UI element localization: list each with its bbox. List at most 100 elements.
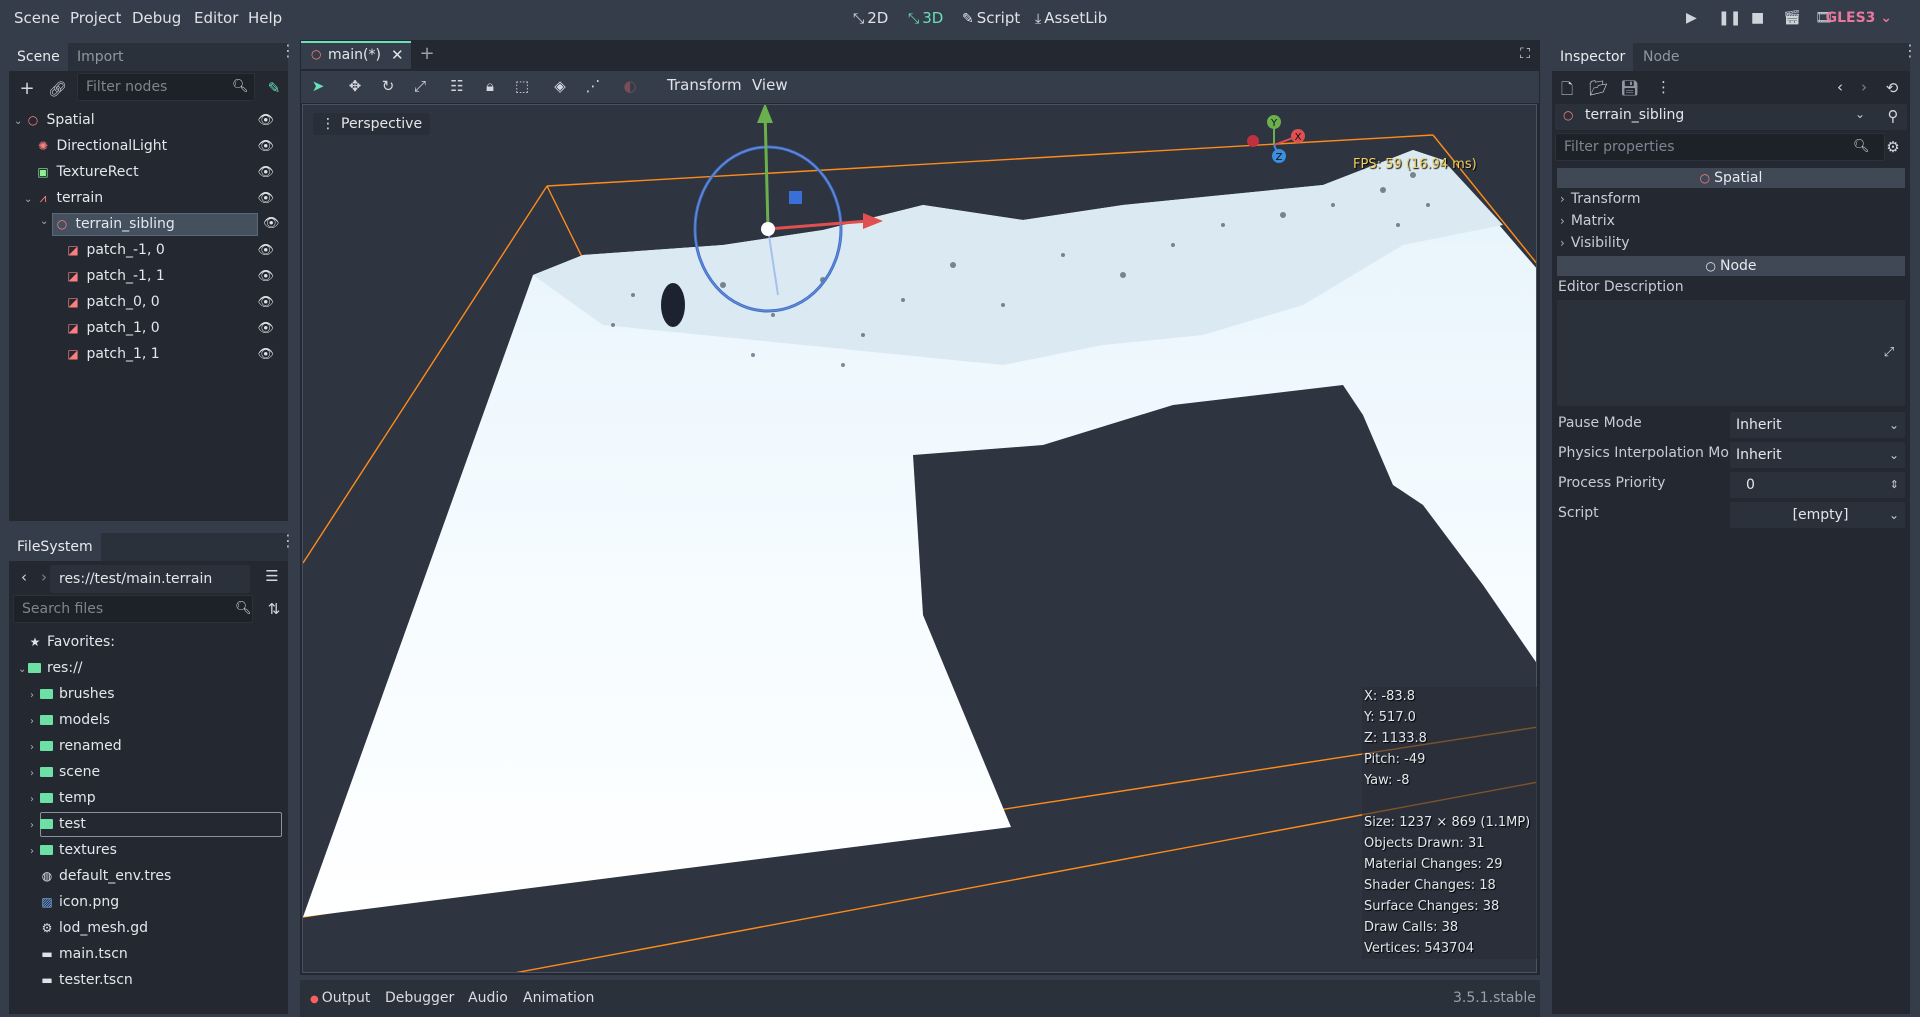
chevron-down-icon[interactable]: ⌄ xyxy=(40,216,48,227)
tree-item-patch[interactable]: ◪ patch_1, 1 👁︎ xyxy=(64,344,284,365)
perspective-menu[interactable]: ⋮ Perspective xyxy=(313,113,431,135)
visibility-eye-icon[interactable]: 👁︎ xyxy=(257,136,274,157)
script-resource-picker[interactable]: [empty] ⌄ xyxy=(1730,502,1905,528)
tree-item-patch[interactable]: ◪ patch_1, 0 👁︎ xyxy=(64,318,284,339)
pause-mode-dropdown[interactable]: Inherit ⌄ xyxy=(1730,412,1905,438)
history-forward-icon[interactable]: › xyxy=(1858,78,1870,96)
filesystem-path-field[interactable]: res://test/main.terrain xyxy=(50,565,250,593)
mode-3d-button[interactable]: ⤡ 3D xyxy=(908,9,943,27)
process-priority-spinbox[interactable]: 0 ⇕ xyxy=(1730,472,1905,498)
close-icon[interactable]: ✕ xyxy=(391,46,404,64)
camera-preview-icon[interactable]: ◐ xyxy=(621,77,639,95)
view-menu[interactable]: View xyxy=(752,76,788,94)
script-attach-icon[interactable]: ✎ xyxy=(265,79,283,97)
chevron-right-icon[interactable]: › xyxy=(30,685,40,706)
group-visibility[interactable]: › Visibility xyxy=(1557,235,1630,251)
expand-icon[interactable]: ⤢ xyxy=(1881,345,1897,360)
tree-item-directionallight[interactable]: ✺ DirectionalLight 👁︎ xyxy=(24,136,284,157)
tab-audio[interactable]: Audio xyxy=(468,990,508,1006)
chevron-right-icon[interactable]: › xyxy=(30,737,40,758)
filter-nodes-input[interactable]: Filter nodes xyxy=(77,73,255,101)
chevron-right-icon[interactable]: › xyxy=(30,789,40,810)
add-tab-icon[interactable]: + xyxy=(418,43,436,64)
menu-debug[interactable]: Debug xyxy=(132,9,181,27)
chevron-down-icon[interactable]: ⌄ xyxy=(24,189,34,210)
filesystem-menu-icon[interactable]: ⋮ xyxy=(280,533,296,549)
filter-properties-input[interactable]: Filter properties xyxy=(1555,133,1885,161)
renderer-dropdown[interactable]: GLES3 ⌄ xyxy=(1826,10,1892,26)
chevron-right-icon[interactable]: › xyxy=(30,763,40,784)
file-item-tester-tscn[interactable]: ▬ tester.tscn xyxy=(40,970,132,991)
visibility-eye-icon[interactable]: 👁︎ xyxy=(257,162,274,183)
mode-2d-button[interactable]: ⤡ 2D xyxy=(853,9,888,27)
folder-item-renamed[interactable]: › renamed xyxy=(30,736,122,757)
visibility-eye-icon[interactable]: 👁︎ xyxy=(257,344,274,365)
menu-project[interactable]: Project xyxy=(70,9,121,27)
tree-item-patch[interactable]: ◪ patch_0, 0 👁︎ xyxy=(64,292,284,313)
folder-item-brushes[interactable]: › brushes xyxy=(30,684,115,705)
distraction-free-icon[interactable]: ⛶ xyxy=(1516,46,1534,62)
menu-scene[interactable]: Scene xyxy=(14,9,60,27)
group-transform[interactable]: › Transform xyxy=(1557,191,1640,207)
tree-item-spatial[interactable]: ⌄ ○ Spatial 👁︎ xyxy=(14,110,284,131)
tab-filesystem[interactable]: FileSystem xyxy=(9,533,101,561)
tab-node[interactable]: Node xyxy=(1635,43,1688,71)
scale-tool-icon[interactable]: ⤢ xyxy=(411,77,429,95)
menu-help[interactable]: Help xyxy=(248,9,282,27)
tab-import[interactable]: Import xyxy=(69,43,131,71)
play-icon[interactable]: ▶ xyxy=(1686,10,1697,26)
folder-item-textures[interactable]: › textures xyxy=(30,840,117,861)
file-item-icon-png[interactable]: ▨ icon.png xyxy=(40,892,119,913)
tab-scene[interactable]: Scene xyxy=(9,43,68,71)
group-matrix[interactable]: › Matrix xyxy=(1557,213,1615,229)
menu-editor[interactable]: Editor xyxy=(194,9,238,27)
rotate-tool-icon[interactable]: ↻ xyxy=(379,77,397,95)
split-view-icon[interactable]: ☰ xyxy=(263,567,281,585)
scene-dock-menu-icon[interactable]: ⋮ xyxy=(280,43,296,59)
favorites-item[interactable]: ★ Favorites: xyxy=(28,632,115,653)
folder-item-scene[interactable]: › scene xyxy=(30,762,100,783)
stop-icon[interactable]: ■ xyxy=(1751,10,1764,26)
chevron-right-icon[interactable]: › xyxy=(30,711,40,732)
local-space-icon[interactable]: ◈ xyxy=(551,77,569,95)
pause-icon[interactable]: ❚❚ xyxy=(1718,10,1741,26)
file-item-main-tscn[interactable]: ▬ main.tscn xyxy=(40,944,127,965)
tools-icon[interactable]: ⚙ xyxy=(1884,138,1902,156)
forward-icon[interactable]: › xyxy=(38,568,50,586)
tree-item-terrain[interactable]: ⌄ ⩘ terrain 👁︎ xyxy=(24,188,284,209)
inspector-dock-menu-icon[interactable]: ⋮ xyxy=(1902,43,1918,59)
snap-icon[interactable]: ⋰ xyxy=(584,77,602,95)
tab-output[interactable]: ● Output xyxy=(310,990,370,1006)
transform-menu[interactable]: Transform xyxy=(667,76,742,94)
tab-inspector[interactable]: Inspector xyxy=(1552,43,1634,71)
visibility-eye-icon[interactable]: 👁︎ xyxy=(257,292,274,313)
save-icon[interactable]: 💾︎ xyxy=(1620,79,1639,97)
list-select-icon[interactable]: ☷ xyxy=(448,77,466,95)
visibility-eye-icon[interactable]: 👁︎ xyxy=(257,318,274,339)
tree-item-patch[interactable]: ◪ patch_-1, 1 👁︎ xyxy=(64,266,284,287)
open-folder-icon[interactable]: 📂︎ xyxy=(1589,79,1608,97)
physics-interpolation-dropdown[interactable]: Inherit ⌄ xyxy=(1730,442,1905,468)
visibility-eye-icon[interactable]: 👁︎ xyxy=(257,266,274,287)
visibility-eye-icon[interactable]: 👁︎ xyxy=(257,240,274,261)
history-icon[interactable]: ⟲ xyxy=(1883,79,1901,97)
folder-item-models[interactable]: › models xyxy=(30,710,110,731)
file-item-lod-mesh[interactable]: ⚙ lod_mesh.gd xyxy=(40,918,148,939)
mode-assetlib-button[interactable]: ⤓ AssetLib xyxy=(1035,9,1107,27)
link-icon[interactable]: 🔗︎ xyxy=(48,80,67,98)
visibility-eye-icon[interactable]: 👁︎ xyxy=(257,110,274,131)
scene-tab-main[interactable]: ○ main(*) ✕ xyxy=(301,41,411,69)
group-icon[interactable]: ⬚ xyxy=(513,77,531,95)
move-tool-icon[interactable]: ✥ xyxy=(346,77,364,95)
object-properties-icon[interactable]: ⚲ xyxy=(1884,107,1902,125)
lock-icon[interactable]: 🔒︎ xyxy=(481,77,499,95)
search-files-input[interactable]: Search files xyxy=(13,595,253,623)
back-icon[interactable]: ‹ xyxy=(18,568,30,586)
spin-arrows-icon[interactable]: ⇕ xyxy=(1890,472,1899,498)
new-resource-icon[interactable]: 🗋︎ xyxy=(1558,79,1576,104)
add-node-icon[interactable]: + xyxy=(18,78,36,99)
tab-debugger[interactable]: Debugger xyxy=(385,990,454,1006)
more-icon[interactable]: ⋮ xyxy=(1656,78,1671,96)
select-tool-icon[interactable]: ➤ xyxy=(309,77,327,95)
tree-item-texturerect[interactable]: ▣ TextureRect 👁︎ xyxy=(24,162,284,183)
